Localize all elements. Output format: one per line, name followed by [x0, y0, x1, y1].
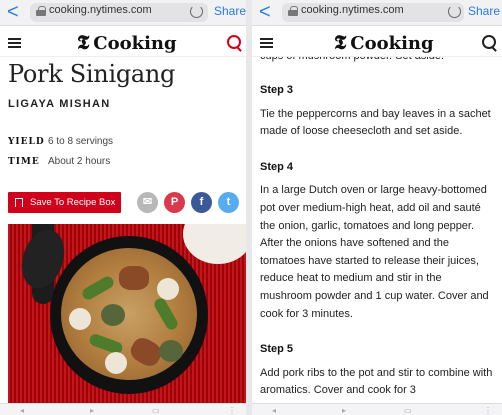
time-label: TIME [8, 157, 40, 167]
browser-url-bar: < cooking.nytimes.com Share [252, 0, 502, 26]
bookmarks-icon[interactable]: ▭ [404, 406, 412, 415]
recipe-steps-screen: cups of mushroom powder. Set aside. Step… [252, 0, 502, 415]
yield-value: 6 to 8 servings [48, 136, 114, 147]
soup [61, 248, 197, 380]
site-header: 𝕿 Cooking [0, 26, 246, 57]
forward-arrow-icon[interactable]: ▸ [342, 406, 346, 415]
step-heading: Step 5 [260, 343, 294, 356]
reload-icon[interactable] [190, 5, 203, 18]
step-text: In a large Dutch oven or large heavy-bot… [260, 184, 489, 320]
back-button[interactable]: < [259, 1, 271, 23]
recipe-overview-screen: < cooking.nytimes.com Share 𝕿 Cooking Por… [0, 0, 246, 415]
share-button[interactable]: Share [468, 4, 500, 18]
save-to-recipe-box-button[interactable]: Save To Recipe Box [8, 192, 121, 213]
time-value: About 2 hours [48, 156, 111, 167]
back-button[interactable]: < [7, 1, 19, 23]
more-icon[interactable]: ⋮ [228, 406, 236, 415]
url-text[interactable]: cooking.nytimes.com [49, 4, 152, 17]
step-heading: Step 4 [260, 160, 294, 173]
back-arrow-icon[interactable]: ◂ [20, 406, 24, 415]
recipe-author[interactable]: LIGAYA MISHAN [8, 98, 110, 110]
recipe-title: Pork Sinigang [8, 60, 176, 88]
site-logo[interactable]: 𝕿 Cooking [334, 30, 434, 54]
browser-toolbar: ◂ ▸ ▭ ⋮ [0, 403, 246, 415]
browser-url-bar: < cooking.nytimes.com Share [0, 0, 246, 26]
forward-arrow-icon[interactable]: ▸ [90, 406, 94, 415]
email-share-icon[interactable]: ✉ [137, 192, 158, 213]
reload-icon[interactable] [448, 5, 461, 18]
yield-label: YIELD [8, 137, 45, 147]
hamburger-menu-icon[interactable] [260, 38, 273, 48]
search-icon[interactable] [482, 35, 496, 49]
preparation-steps: Step 3 Tie the peppercorns and bay leave… [260, 70, 496, 400]
step-text: Add pork ribs to the pot and stir to com… [260, 366, 493, 397]
search-icon[interactable] [227, 35, 241, 49]
pinterest-share-icon[interactable]: P [164, 192, 185, 213]
hamburger-menu-icon[interactable] [8, 38, 21, 48]
step-heading: Step 3 [260, 84, 294, 96]
site-logo[interactable]: 𝕿 Cooking [77, 30, 177, 54]
twitter-share-icon[interactable]: t [218, 192, 239, 213]
browser-toolbar: ◂ ▸ ▭ ⋮ [252, 403, 502, 415]
back-arrow-icon[interactable]: ◂ [272, 406, 276, 415]
step-text: Tie the peppercorns and bay leaves in a … [260, 107, 491, 138]
share-button[interactable]: Share [214, 4, 246, 18]
more-icon[interactable]: ⋮ [484, 406, 492, 415]
facebook-share-icon[interactable]: f [191, 192, 212, 213]
bookmark-icon [15, 198, 23, 210]
site-header: 𝕿 Cooking [252, 26, 502, 57]
bookmarks-icon[interactable]: ▭ [152, 406, 160, 415]
url-text[interactable]: cooking.nytimes.com [301, 4, 404, 17]
recipe-photo [8, 224, 246, 415]
